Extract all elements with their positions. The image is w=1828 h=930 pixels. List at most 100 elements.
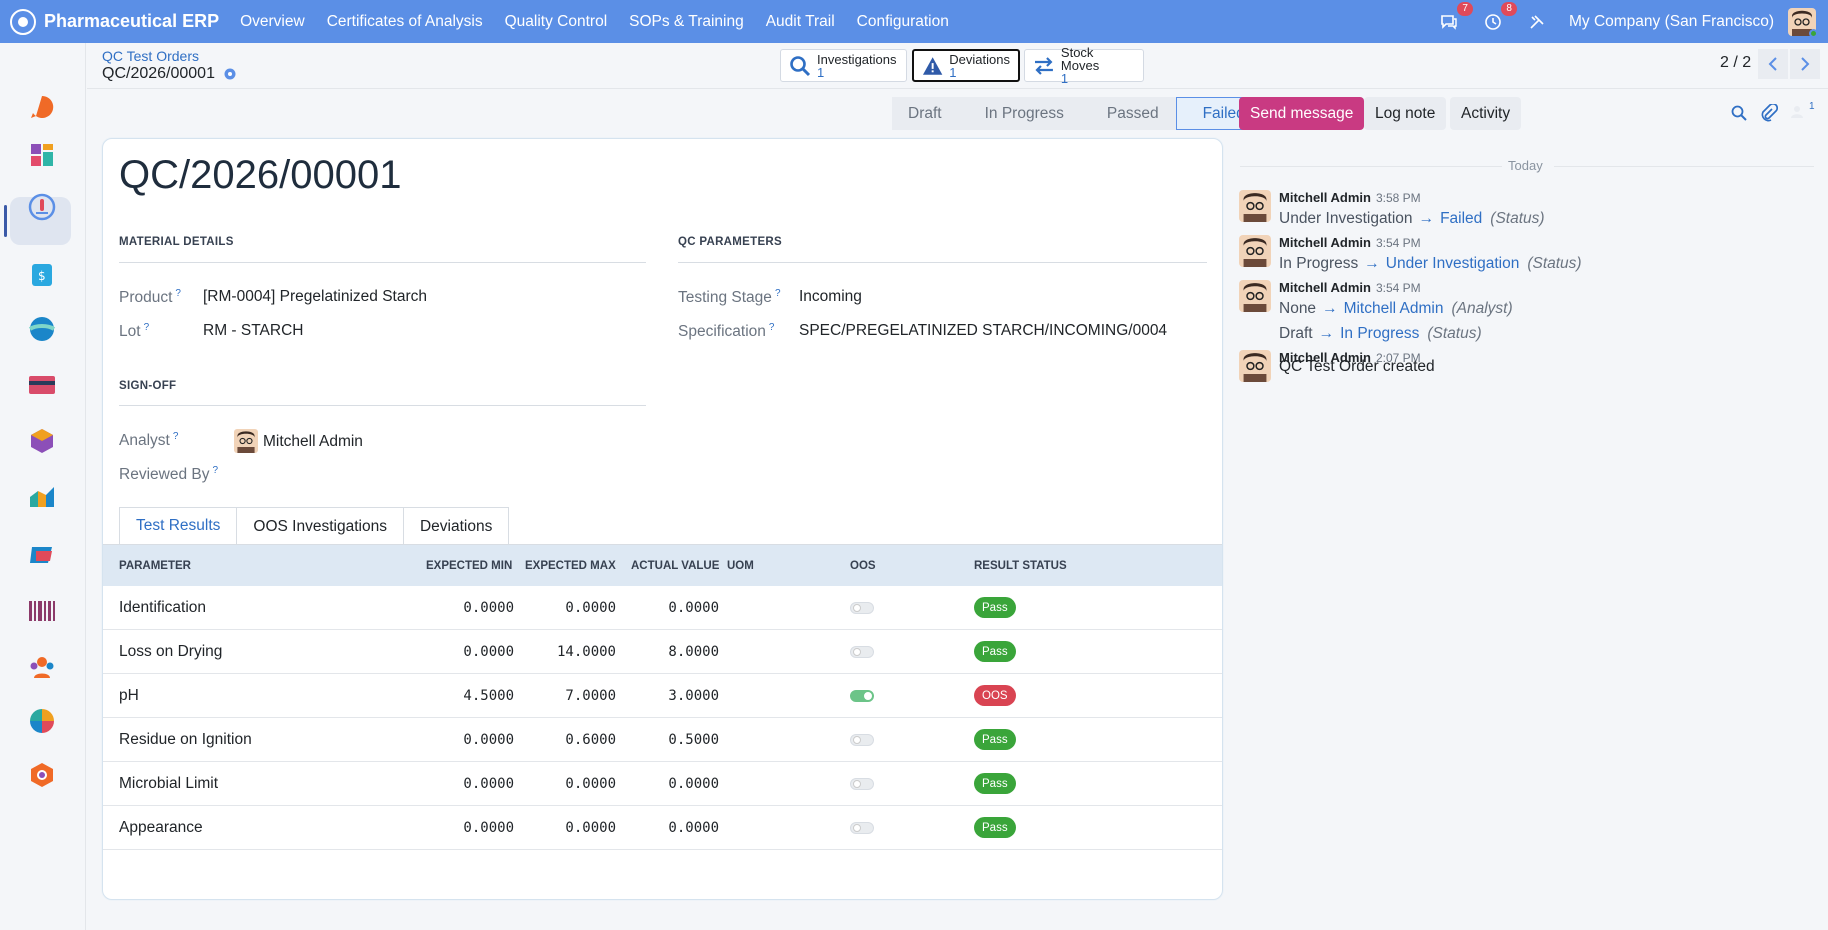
help-tooltip-icon[interactable]: ? <box>173 431 179 442</box>
column-result-status[interactable]: RESULT STATUS <box>974 560 1067 572</box>
log-note-button[interactable]: Log note <box>1364 97 1447 130</box>
oos-toggle[interactable] <box>850 734 874 746</box>
tab-test-results[interactable]: Test Results <box>119 507 238 545</box>
message-author-avatar[interactable] <box>1239 235 1271 267</box>
search-messages-icon[interactable] <box>1730 104 1748 122</box>
settings-app-icon[interactable] <box>28 761 56 789</box>
column-expected-max[interactable]: EXPECTED MAX <box>525 560 616 572</box>
invoicing-app-icon[interactable]: $ <box>28 261 56 289</box>
lot-label: Lot? <box>119 322 150 341</box>
products-app-icon[interactable] <box>28 427 56 455</box>
column-uom[interactable]: UOM <box>727 560 754 572</box>
analytics-app-icon[interactable] <box>28 707 56 735</box>
table-row[interactable]: Residue on Ignition 0.0000 0.6000 0.5000 Pas… <box>103 718 1222 762</box>
date-separator-line <box>1240 166 1502 167</box>
menu-certificates-of-analysis[interactable]: Certificates of Analysis <box>316 13 494 31</box>
activity-button[interactable]: Activity <box>1450 97 1522 130</box>
status-in-progress[interactable]: In Progress <box>958 97 1081 130</box>
gear-icon[interactable] <box>223 67 237 81</box>
table-row[interactable]: Identification 0.0000 0.0000 0.0000 Pass <box>103 586 1222 630</box>
pager-value[interactable]: 2 / 2 <box>1720 54 1751 72</box>
warning-icon <box>922 56 943 75</box>
reviewed-by-label: Reviewed By? <box>119 465 219 484</box>
lot-field[interactable]: RM - STARCH <box>203 322 303 340</box>
systray: 7 8 My Company (San Francisco) <box>1437 1 1828 38</box>
oos-toggle[interactable] <box>850 690 874 702</box>
reviewed-by-field[interactable] <box>263 465 563 485</box>
menu-overview[interactable]: Overview <box>229 13 316 31</box>
dashboard-app-icon[interactable] <box>28 141 56 169</box>
discuss-app-icon[interactable] <box>28 93 56 121</box>
expected-max-cell: 0.0000 <box>565 820 616 836</box>
send-message-button[interactable]: Send message <box>1239 97 1365 130</box>
specification-field[interactable]: SPEC/PREGELATINIZED STARCH/INCOMING/0004 <box>799 322 1167 340</box>
oos-toggle[interactable] <box>850 646 874 658</box>
result-status-badge: Pass <box>974 641 1016 662</box>
message-author-avatar[interactable] <box>1239 350 1271 382</box>
table-row[interactable]: Appearance 0.0000 0.0000 0.0000 Pass <box>103 806 1222 850</box>
barcode-app-icon[interactable] <box>28 597 56 625</box>
column-oos[interactable]: OOS <box>850 560 876 572</box>
activity-button[interactable]: 8 <box>1481 1 1517 34</box>
followers-button[interactable]: 1 <box>1790 101 1816 122</box>
tab-deviations[interactable]: Deviations <box>402 507 510 545</box>
reporting-app-icon[interactable] <box>28 483 56 511</box>
quality-app-icon[interactable] <box>28 193 56 221</box>
message-body: QC Test Order created <box>1279 358 1435 375</box>
table-row[interactable]: Loss on Drying 0.0000 14.0000 8.0000 Pass <box>103 630 1222 674</box>
message-author-avatar[interactable] <box>1239 280 1271 312</box>
column-actual-value[interactable]: ACTUAL VALUE <box>631 560 719 572</box>
help-tooltip-icon[interactable]: ? <box>769 322 775 333</box>
actual-value-cell: 0.0000 <box>668 776 719 792</box>
email-app-icon[interactable] <box>28 541 56 569</box>
breadcrumb-current: QC/2026/00001 <box>102 65 215 82</box>
oos-toggle[interactable] <box>850 602 874 614</box>
oos-toggle[interactable] <box>850 822 874 834</box>
message-author[interactable]: Mitchell Admin 3:54 PM <box>1279 280 1421 295</box>
results-table-header: PARAMETER EXPECTED MIN EXPECTED MAX ACTU… <box>103 544 1222 586</box>
help-tooltip-icon[interactable]: ? <box>144 322 150 333</box>
deviations-smart-button[interactable]: Deviations 1 <box>912 49 1020 82</box>
column-parameter[interactable]: PARAMETER <box>119 560 191 572</box>
table-row[interactable]: pH 4.5000 7.0000 3.0000 OOS <box>103 674 1222 718</box>
paperclip-icon[interactable] <box>1760 102 1779 122</box>
pager-previous-button[interactable] <box>1758 49 1788 79</box>
accounting-app-icon[interactable] <box>28 371 56 399</box>
oos-toggle[interactable] <box>850 778 874 790</box>
expected-max-cell: 0.6000 <box>565 732 616 748</box>
help-tooltip-icon[interactable]: ? <box>212 465 218 476</box>
employees-app-icon[interactable] <box>28 653 56 681</box>
company-switcher[interactable]: My Company (San Francisco) <box>1569 13 1774 31</box>
user-avatar[interactable] <box>1788 7 1818 38</box>
status-passed[interactable]: Passed <box>1080 97 1176 130</box>
status-draft[interactable]: Draft <box>892 97 959 130</box>
notebook-tabs: Test Results OOS Investigations Deviatio… <box>119 507 510 545</box>
message-author[interactable]: Mitchell Admin 3:54 PM <box>1279 235 1421 250</box>
testing-stage-field[interactable]: Incoming <box>799 288 862 306</box>
brand[interactable]: Pharmaceutical ERP <box>0 8 219 35</box>
analyst-field[interactable]: Mitchell Admin <box>263 433 363 451</box>
expected-min-cell: 4.5000 <box>463 688 514 704</box>
menu-configuration[interactable]: Configuration <box>846 13 960 31</box>
tools-button[interactable] <box>1525 10 1549 34</box>
column-expected-min[interactable]: EXPECTED MIN <box>426 560 512 572</box>
inventory-app-icon[interactable] <box>28 315 56 343</box>
menu-audit-trail[interactable]: Audit Trail <box>755 13 846 31</box>
investigations-smart-button[interactable]: Investigations 1 <box>780 49 907 82</box>
help-tooltip-icon[interactable]: ? <box>775 288 781 299</box>
arrow-right-icon: → <box>1418 210 1435 227</box>
status-bar: Draft In Progress Passed Failed <box>892 97 1263 130</box>
messaging-button[interactable]: 7 <box>1437 1 1473 34</box>
stock-moves-smart-button[interactable]: Stock Moves 1 <box>1024 46 1144 85</box>
product-field[interactable]: [RM-0004] Pregelatinized Starch <box>203 288 427 306</box>
control-panel-divider <box>87 88 1828 89</box>
pager-next-button[interactable] <box>1790 49 1820 79</box>
table-row[interactable]: Microbial Limit 0.0000 0.0000 0.0000 Pass <box>103 762 1222 806</box>
menu-sops-training[interactable]: SOPs & Training <box>618 13 755 31</box>
message-author-avatar[interactable] <box>1239 190 1271 222</box>
tab-oos-investigations[interactable]: OOS Investigations <box>236 507 404 545</box>
breadcrumb-parent[interactable]: QC Test Orders <box>102 48 199 64</box>
help-tooltip-icon[interactable]: ? <box>175 288 181 299</box>
message-author[interactable]: Mitchell Admin 3:58 PM <box>1279 190 1421 205</box>
menu-quality-control[interactable]: Quality Control <box>494 13 619 31</box>
